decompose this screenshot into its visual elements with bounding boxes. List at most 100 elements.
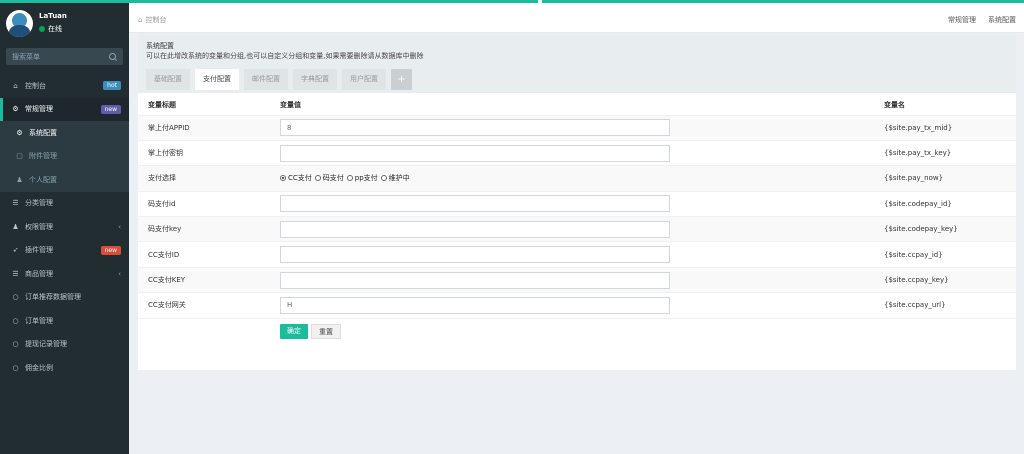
cog-icon: ⚙: [16, 128, 23, 137]
sidebar-item[interactable]: ▢ 附件管理: [0, 144, 129, 168]
breadcrumb-label: 控制台: [145, 16, 167, 24]
config-value-input[interactable]: 8: [280, 119, 670, 137]
sidebar-item-label: 提现记录管理: [25, 340, 67, 349]
sidebar-item-label: 权限管理: [25, 222, 53, 231]
payment-radio-option[interactable]: 维护中: [380, 173, 410, 183]
sidebar-item[interactable]: ➶ 插件管理 new: [0, 239, 129, 263]
submit-button[interactable]: 确定: [280, 323, 308, 339]
table-row: CC支付网关 H {$site.ccpay_url}: [138, 292, 1016, 319]
sidebar-item[interactable]: ○ 订单管理: [0, 309, 129, 333]
header-link-config[interactable]: 系统配置: [988, 15, 1016, 25]
menu-badge: new: [100, 104, 121, 114]
reset-button[interactable]: 重置: [311, 323, 341, 339]
content-header: ⌂ 控制台 常规管理 系统配置: [129, 3, 1024, 33]
row-title: 掌上付APPID: [138, 114, 280, 141]
sidebar-item-label: 订单推荐数据管理: [25, 293, 81, 302]
config-tab[interactable]: 邮件配置: [244, 69, 288, 90]
row-variable-name: {$site.codepay_id}: [883, 190, 1016, 217]
menu-badge: hot: [103, 81, 121, 90]
row-value-cell: [280, 266, 883, 293]
sidebar-item[interactable]: ☰ 商品管理 ‹: [0, 262, 129, 286]
config-value-input[interactable]: [280, 220, 670, 238]
user-name: LaTuan: [39, 12, 67, 20]
sidebar-item[interactable]: ♟ 权限管理 ‹: [0, 215, 129, 239]
sidebar-menu: ⌂ 控制台 hot ⚙ 常规管理 new ⚙ 系统配置 ▢ 附件管理 ♟ 个人配置 ☰ 分类管理 ♟ 权限管理…: [0, 74, 129, 380]
config-tab[interactable]: 用户配置: [342, 69, 386, 90]
table-row: 码支付key {$site.codepay_key}: [138, 216, 1016, 242]
list-icon: ☰: [12, 199, 19, 208]
breadcrumb[interactable]: ⌂ 控制台: [138, 15, 166, 25]
col-header-title: 变量标题: [148, 100, 176, 109]
table-row: 支付选择 CC支付 码支付 pp支付 维护中 {$site.pay_now}: [138, 165, 1016, 192]
radio-button[interactable]: [346, 175, 353, 182]
online-dot-icon: [39, 26, 45, 32]
menu-badge: new: [100, 245, 121, 255]
radio-label: 维护中: [388, 174, 410, 183]
user-panel: LaTuan 在线: [0, 3, 129, 40]
sidebar-item[interactable]: ⚙ 常规管理 new: [0, 97, 129, 121]
sidebar-search-input[interactable]: 搜索菜单: [6, 48, 123, 65]
row-title: CC支付网关: [138, 292, 280, 319]
add-tab-button[interactable]: +: [391, 69, 412, 90]
row-title: 码支付key: [138, 216, 280, 242]
config-value-input[interactable]: [280, 246, 670, 264]
payment-radio-group: CC支付 码支付 pp支付 维护中: [280, 173, 883, 183]
sidebar-item[interactable]: ⚙ 系统配置: [0, 121, 129, 145]
config-value-input[interactable]: [280, 195, 670, 213]
row-title: 掌上付密钥: [138, 139, 280, 166]
config-tabs: 基础配置 支付配置 邮件配置 字典配置 用户配置 +: [146, 69, 412, 90]
radio-button[interactable]: [280, 175, 286, 182]
table-row: 掌上付密钥 {$site.pay_tx_key}: [138, 139, 1016, 166]
sidebar-item[interactable]: ○ 订单推荐数据管理: [0, 286, 129, 310]
sidebar-item[interactable]: ⌂ 控制台 hot: [0, 74, 129, 98]
cogs-icon: ⚙: [12, 105, 19, 114]
config-panel: 系统配置 可以在此增改系统的变量和分组,也可以自定义分组和变量,如果需要删除请从…: [138, 33, 1016, 370]
row-value-cell: [280, 241, 883, 268]
avatar: [6, 10, 33, 37]
row-title: CC支付KEY: [138, 266, 280, 293]
file-icon: ▢: [16, 152, 23, 161]
home-icon: ⌂: [138, 16, 143, 24]
sidebar-item[interactable]: ○ 佣金比例: [0, 356, 129, 380]
user-icon: ♟: [16, 175, 23, 184]
config-value-input[interactable]: [280, 144, 670, 162]
sidebar-item-label: 个人配置: [29, 175, 57, 184]
config-value-input[interactable]: [280, 271, 670, 289]
row-variable-name: {$site.ccpay_id}: [883, 241, 1016, 268]
row-variable-name: {$site.codepay_key}: [883, 216, 1016, 242]
payment-radio-option[interactable]: CC支付: [280, 173, 312, 183]
header-link-general[interactable]: 常规管理: [948, 15, 976, 25]
payment-radio-option[interactable]: 码支付: [314, 173, 344, 183]
config-tab[interactable]: 支付配置: [195, 69, 239, 90]
row-value-cell: [280, 139, 883, 166]
circle-icon: ○: [12, 363, 19, 372]
actions-cell: 确定 重置: [280, 317, 883, 344]
form-actions-row: 确定 重置: [138, 317, 1016, 344]
chevron-left-icon: ‹: [118, 270, 121, 278]
user-status-label: 在线: [48, 25, 62, 33]
radio-button[interactable]: [314, 175, 321, 182]
sidebar: LaTuan 在线 搜索菜单 ⌂ 控制台 hot ⚙ 常规管理 new ⚙ 系统配置 ▢ 附件管理…: [0, 3, 129, 454]
config-tab[interactable]: 基础配置: [146, 69, 190, 90]
panel-description: 可以在此增改系统的变量和分组,也可以自定义分组和变量,如果需要删除请从数据库中删…: [146, 52, 424, 60]
sidebar-item[interactable]: ○ 提现记录管理: [0, 333, 129, 357]
circle-icon: ○: [12, 316, 19, 325]
dashboard-icon: ⌂: [13, 81, 18, 90]
sidebar-item-label: 佣金比例: [25, 363, 53, 372]
config-value-input[interactable]: H: [280, 296, 670, 314]
radio-button[interactable]: [380, 175, 387, 182]
sidebar-item[interactable]: ♟ 个人配置: [0, 168, 129, 192]
row-variable-name: {$site.ccpay_key}: [883, 266, 1016, 293]
table-row: CC支付KEY {$site.ccpay_key}: [138, 266, 1016, 293]
panel-title: 系统配置: [146, 42, 174, 50]
config-tab[interactable]: 字典配置: [293, 69, 337, 90]
row-title: CC支付ID: [138, 241, 280, 268]
payment-radio-option[interactable]: pp支付: [346, 173, 378, 183]
search-icon[interactable]: [109, 52, 117, 61]
chevron-left-icon: ‹: [118, 223, 121, 231]
row-title: 码支付id: [138, 190, 280, 217]
user-status: 在线: [39, 24, 62, 34]
sidebar-item-label: 附件管理: [29, 152, 57, 161]
sidebar-item-label: 订单管理: [25, 316, 53, 325]
sidebar-item[interactable]: ☰ 分类管理: [0, 192, 129, 216]
